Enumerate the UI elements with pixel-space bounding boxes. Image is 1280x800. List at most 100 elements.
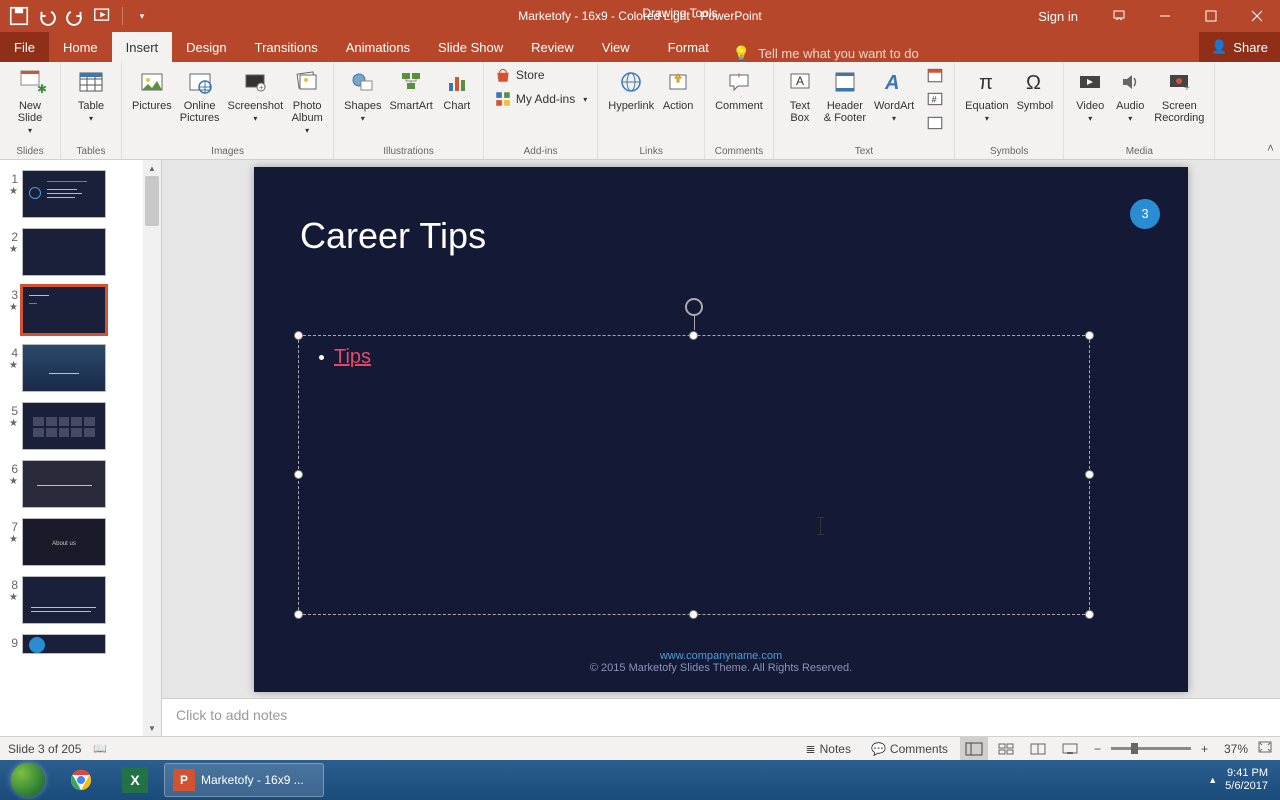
thumbnail-4[interactable]: 4★ — [0, 342, 143, 400]
thumbnail-9[interactable]: 9 — [0, 632, 143, 662]
fit-to-window-button[interactable] — [1258, 741, 1272, 756]
sign-in-link[interactable]: Sign in — [1020, 9, 1096, 24]
clock[interactable]: 9:41 PM5/6/2017 — [1225, 767, 1268, 793]
undo-icon[interactable] — [36, 5, 58, 27]
photo-album-button[interactable]: Photo Album▾ — [287, 64, 327, 137]
resize-handle-nw[interactable] — [294, 331, 303, 340]
scroll-up-icon[interactable]: ▲ — [148, 160, 156, 176]
notes-pane[interactable]: Click to add notes — [162, 698, 1280, 736]
table-button[interactable]: Table▾ — [67, 64, 115, 125]
system-tray[interactable]: ▲ 9:41 PM5/6/2017 — [1208, 767, 1276, 793]
content-textbox[interactable]: Tips — [298, 335, 1090, 615]
zoom-in-button[interactable]: + — [1195, 742, 1214, 756]
smartart-button[interactable]: SmartArt — [385, 64, 436, 114]
collapse-ribbon-icon[interactable]: ˄ — [1267, 141, 1274, 155]
hyperlink-button[interactable]: Hyperlink — [604, 64, 658, 114]
wordart-button[interactable]: AWordArt▾ — [870, 64, 918, 125]
thumbnail-list[interactable]: 1★ 2★ 3★ 4★ 5★ 6★ 7★About us 8★ 9 — [0, 160, 143, 736]
chart-button[interactable]: Chart — [437, 64, 477, 114]
slide-number-button[interactable]: # — [922, 88, 948, 110]
slide-counter[interactable]: Slide 3 of 205 — [8, 742, 81, 756]
powerpoint-taskbar-button[interactable]: PMarketofy - 16x9 ... — [164, 763, 324, 797]
my-addins-button[interactable]: My Add-ins▾ — [490, 88, 591, 110]
thumbnail-6[interactable]: 6★ — [0, 458, 143, 516]
thumbnail-1[interactable]: 1★ — [0, 168, 143, 226]
online-pictures-button[interactable]: Online Pictures — [176, 64, 224, 126]
rotate-handle[interactable] — [685, 298, 703, 316]
tab-format[interactable]: Format — [654, 32, 723, 62]
ribbon-display-options-icon[interactable] — [1096, 0, 1142, 32]
scrollbar-thumb[interactable] — [145, 176, 159, 226]
header-footer-button[interactable]: Header & Footer — [820, 64, 870, 126]
footer-url: www.companyname.com — [254, 650, 1188, 662]
tab-slideshow[interactable]: Slide Show — [424, 32, 517, 62]
zoom-level[interactable]: 37% — [1218, 742, 1254, 756]
notes-toggle[interactable]: ≣Notes — [798, 737, 859, 761]
thumbnail-5[interactable]: 5★ — [0, 400, 143, 458]
resize-handle-sw[interactable] — [294, 610, 303, 619]
object-button[interactable] — [922, 112, 948, 134]
show-hidden-icons[interactable]: ▲ — [1208, 775, 1217, 785]
customize-qat-icon[interactable]: ▾ — [131, 5, 153, 27]
bullet-item[interactable]: Tips — [319, 346, 1069, 369]
resize-handle-se[interactable] — [1085, 610, 1094, 619]
tab-transitions[interactable]: Transitions — [241, 32, 332, 62]
comments-toggle[interactable]: 💬Comments — [863, 737, 956, 761]
comment-button[interactable]: +Comment — [711, 64, 767, 114]
audio-button[interactable]: Audio▾ — [1110, 64, 1150, 125]
minimize-button[interactable] — [1142, 0, 1188, 32]
shapes-button[interactable]: Shapes▾ — [340, 64, 385, 125]
bullet-text[interactable]: Tips — [334, 346, 371, 369]
tell-me-search[interactable]: 💡Tell me what you want to do — [733, 45, 919, 62]
smartart-icon — [395, 66, 427, 98]
resize-handle-w[interactable] — [294, 470, 303, 479]
share-button[interactable]: 👤Share — [1199, 32, 1280, 62]
maximize-button[interactable] — [1188, 0, 1234, 32]
slide-sorter-button[interactable] — [992, 737, 1020, 761]
pictures-button[interactable]: Pictures — [128, 64, 176, 114]
slideshow-view-button[interactable] — [1056, 737, 1084, 761]
save-icon[interactable] — [8, 5, 30, 27]
redo-icon[interactable] — [64, 5, 86, 27]
resize-handle-ne[interactable] — [1085, 331, 1094, 340]
tab-file[interactable]: File — [0, 32, 49, 62]
tab-home[interactable]: Home — [49, 32, 112, 62]
action-button[interactable]: Action — [658, 64, 698, 114]
store-button[interactable]: Store — [490, 64, 591, 86]
thumbnail-scrollbar[interactable]: ▲ ▼ — [143, 160, 161, 736]
thumbnail-7[interactable]: 7★About us — [0, 516, 143, 574]
resize-handle-s[interactable] — [689, 610, 698, 619]
screen-recording-button[interactable]: +Screen Recording — [1150, 64, 1208, 126]
thumbnail-8[interactable]: 8★ — [0, 574, 143, 632]
date-time-button[interactable] — [922, 64, 948, 86]
slide-canvas[interactable]: Career Tips 3 Tips — [254, 167, 1188, 692]
tab-design[interactable]: Design — [172, 32, 240, 62]
zoom-slider[interactable] — [1111, 747, 1191, 750]
chrome-taskbar-button[interactable] — [56, 763, 106, 797]
video-button[interactable]: Video▾ — [1070, 64, 1110, 125]
start-button[interactable] — [4, 763, 52, 797]
resize-handle-n[interactable] — [689, 331, 698, 340]
new-slide-button[interactable]: ✱New Slide▾ — [6, 64, 54, 137]
reading-view-button[interactable] — [1024, 737, 1052, 761]
resize-handle-e[interactable] — [1085, 470, 1094, 479]
slide-title[interactable]: Career Tips — [300, 215, 486, 257]
start-from-beginning-icon[interactable] — [92, 5, 114, 27]
spellcheck-icon[interactable]: 📖 — [93, 742, 107, 755]
zoom-out-button[interactable]: − — [1088, 742, 1107, 756]
tab-animations[interactable]: Animations — [332, 32, 424, 62]
textbox-button[interactable]: AText Box — [780, 64, 820, 126]
tab-view[interactable]: View — [588, 32, 644, 62]
equation-button[interactable]: πEquation▾ — [961, 64, 1012, 125]
tab-review[interactable]: Review — [517, 32, 588, 62]
screenshot-button[interactable]: +Screenshot▾ — [224, 64, 288, 125]
tab-insert[interactable]: Insert — [112, 32, 173, 62]
normal-view-button[interactable] — [960, 737, 988, 761]
zoom-slider-handle[interactable] — [1131, 743, 1138, 754]
thumbnail-2[interactable]: 2★ — [0, 226, 143, 284]
close-button[interactable] — [1234, 0, 1280, 32]
scroll-down-icon[interactable]: ▼ — [148, 720, 156, 736]
excel-taskbar-button[interactable]: X — [110, 763, 160, 797]
thumbnail-3[interactable]: 3★ — [0, 284, 143, 342]
symbol-button[interactable]: ΩSymbol — [1013, 64, 1058, 114]
